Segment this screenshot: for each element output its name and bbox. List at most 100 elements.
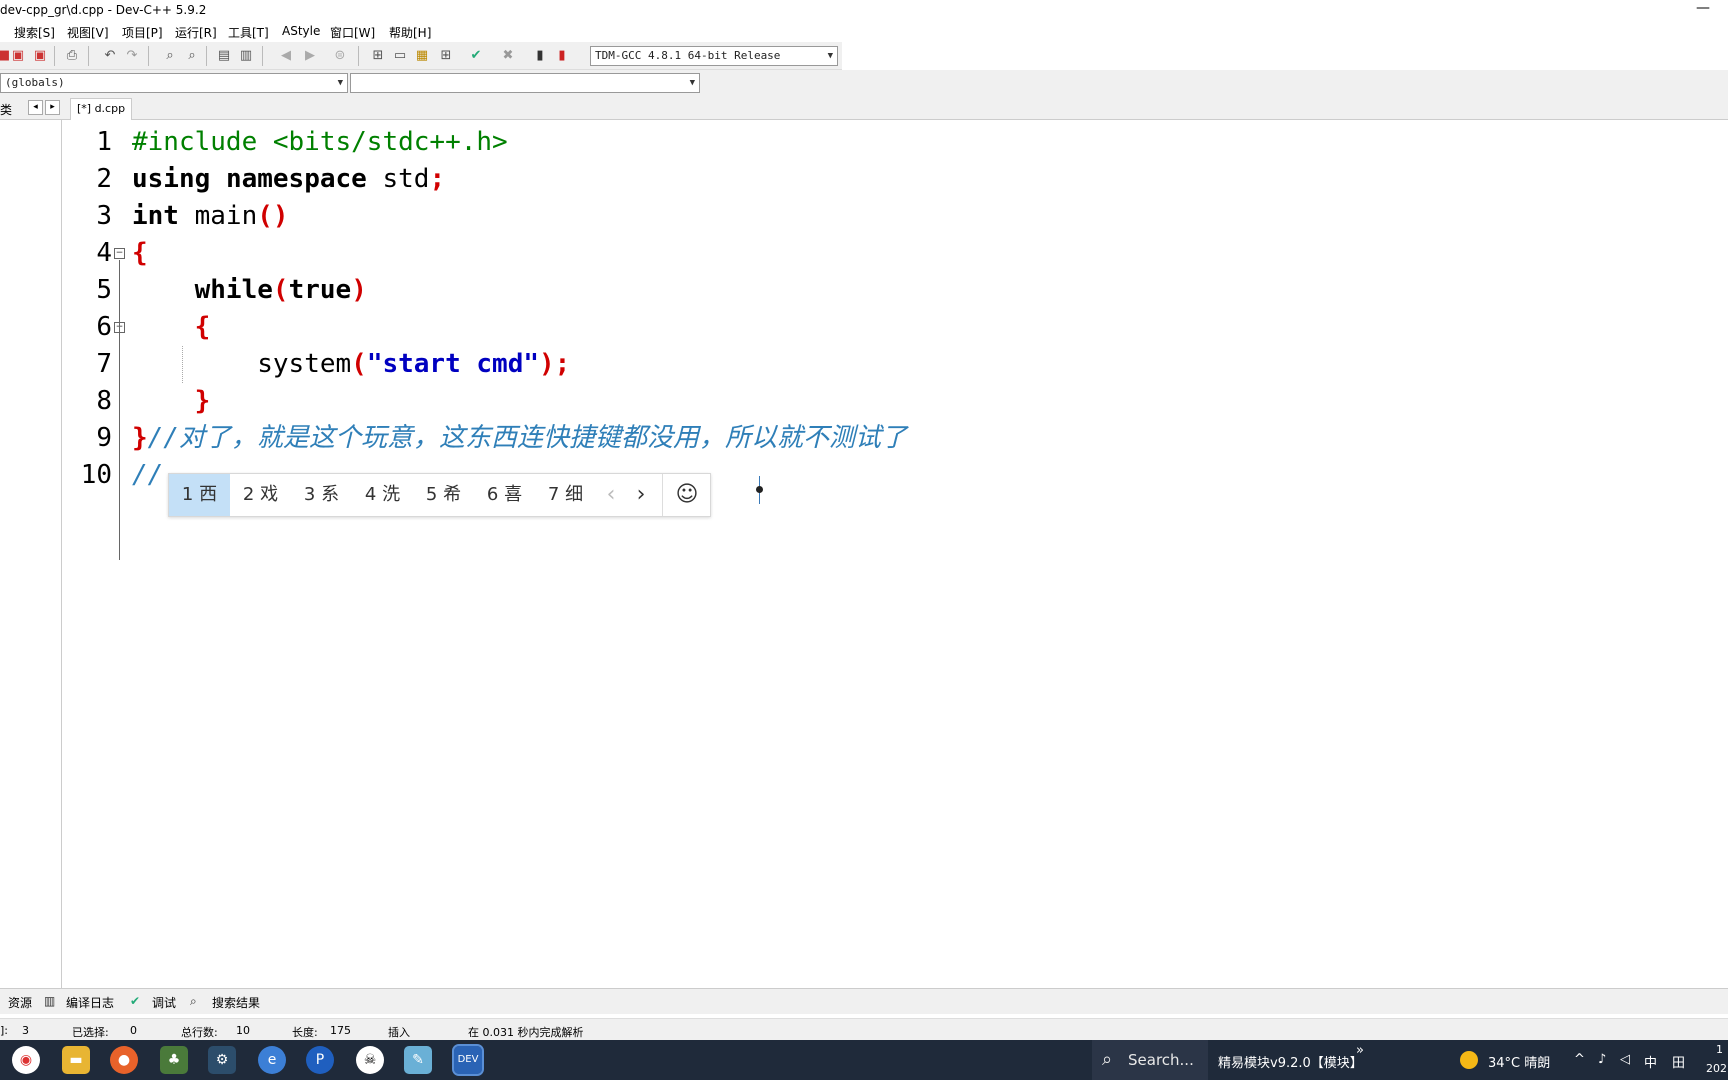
goto-line-icon[interactable]: ⊜ xyxy=(330,46,350,66)
layout-icon[interactable]: ⊞ xyxy=(436,46,456,66)
taskbar-app-title[interactable]: 精易模块v9.2.0【模块】 xyxy=(1218,1052,1363,1071)
menu-run[interactable]: 运行[R] xyxy=(175,24,217,41)
unindent-icon[interactable]: ▥ xyxy=(236,46,256,66)
menu-help[interactable]: 帮助[H] xyxy=(389,24,431,41)
chevron-down-icon: ▼ xyxy=(337,78,343,88)
find-icon[interactable]: ⌕ xyxy=(160,46,180,66)
search-icon: ⌕ xyxy=(190,994,197,1008)
tab-debug[interactable]: 调试 xyxy=(152,994,176,1011)
function-select[interactable]: ▼ xyxy=(350,73,700,93)
menu-astyle[interactable]: AStyle xyxy=(282,24,320,38)
compiler-select[interactable]: TDM-GCC 4.8.1 64-bit Release ▼ xyxy=(590,46,838,66)
taskbar-search[interactable]: ⌕ Search... xyxy=(1092,1040,1208,1080)
close-file-icon[interactable]: ▣ xyxy=(8,46,28,66)
menu-tools[interactable]: 工具[T] xyxy=(228,24,269,41)
ime-candidate[interactable]: 2 戏 xyxy=(230,474,291,516)
semicolon: ; xyxy=(429,164,446,194)
replace-icon[interactable]: ⌕ xyxy=(182,46,202,66)
keyword: namespace xyxy=(225,164,367,194)
ime-candidate[interactable]: 7 细 xyxy=(535,474,596,516)
menu-project[interactable]: 项目[P] xyxy=(122,24,163,41)
taskbar-more[interactable]: » xyxy=(1356,1043,1364,1058)
ime-prev-icon[interactable]: ‹ xyxy=(596,474,626,516)
clock-date[interactable]: 202 xyxy=(1706,1062,1727,1075)
taskbar: ◉ ▬ ● ♣ ⚙ e P ☠ ✎ DEV ⌕ Search... 精易模块v9… xyxy=(0,1040,1728,1080)
ime-candidate[interactable]: 3 系 xyxy=(291,474,352,516)
menu-view[interactable]: 视图[V] xyxy=(67,24,109,41)
chevron-up-icon[interactable]: ^ xyxy=(1574,1052,1585,1067)
print-icon[interactable]: ⎙ xyxy=(62,46,82,66)
ime-lang[interactable]: 中 xyxy=(1644,1052,1657,1071)
include-directive: #include <bits/stdc++.h> xyxy=(132,127,508,157)
bookmark-prev-icon[interactable]: ◀ xyxy=(276,46,296,66)
tab-resources[interactable]: 资源 xyxy=(8,994,32,1011)
window-icon[interactable]: ▭ xyxy=(390,46,410,66)
devcpp-icon[interactable]: DEV xyxy=(452,1044,484,1076)
minimize-button[interactable]: — xyxy=(1696,0,1710,20)
chart-icon[interactable]: ▮ xyxy=(530,46,550,66)
tab-row: 类 ◂ ▸ [*] d.cpp xyxy=(0,96,1728,120)
search-placeholder: Search... xyxy=(1128,1051,1194,1069)
close-all-icon[interactable]: ▣ xyxy=(30,46,50,66)
keyword: using xyxy=(132,164,211,194)
fold-minus-icon[interactable]: − xyxy=(114,248,125,259)
check-icon: ✔ xyxy=(130,994,141,1008)
edge-icon[interactable]: e xyxy=(258,1046,286,1074)
keyword: while xyxy=(194,275,273,305)
new-project-icon[interactable]: ⊞ xyxy=(368,46,388,66)
undo-icon[interactable]: ↶ xyxy=(100,46,120,66)
scope-select[interactable]: (globals) ▼ xyxy=(0,73,348,93)
close-icon[interactable]: ✖ xyxy=(498,46,518,66)
check-syntax-icon[interactable]: ✔ xyxy=(466,46,486,66)
redo-icon[interactable]: ↷ xyxy=(122,46,142,66)
tab-compile-log[interactable]: 编译日志 xyxy=(66,994,114,1011)
line-number: 3 xyxy=(96,201,112,231)
class-panel-tab[interactable]: 类 xyxy=(0,101,12,118)
ime-candidate[interactable]: 4 洗 xyxy=(352,474,413,516)
status-bar: ]: 3 已选择: 0 总行数: 10 长度: 175 插入 在 0.031 秒… xyxy=(0,1018,1728,1040)
app-icon[interactable]: ♣ xyxy=(160,1046,188,1074)
compiler-label: TDM-GCC 4.8.1 64-bit Release xyxy=(595,49,781,62)
line-number: 5 xyxy=(96,275,112,305)
scroll-left-icon[interactable]: ◂ xyxy=(28,100,43,115)
speaker-icon[interactable]: ◁ xyxy=(1620,1052,1630,1067)
indent-icon[interactable]: ▤ xyxy=(214,46,234,66)
tab-search-results[interactable]: 搜索结果 xyxy=(212,994,260,1011)
settings-icon[interactable]: ⚙ xyxy=(208,1046,236,1074)
cursor-dot xyxy=(756,486,763,493)
p-app-icon[interactable]: P xyxy=(306,1046,334,1074)
menu-window[interactable]: 窗口[W] xyxy=(330,24,375,41)
brace: { xyxy=(194,312,211,342)
chrome-icon[interactable]: ◉ xyxy=(12,1046,40,1074)
class-browser-icon[interactable]: ▦ xyxy=(412,46,432,66)
length-value: 175 xyxy=(330,1024,351,1037)
microphone-icon[interactable]: ♪ xyxy=(1598,1052,1606,1067)
comment: // xyxy=(132,460,164,490)
profile-icon[interactable]: ▮ xyxy=(552,46,572,66)
firefox-icon[interactable]: ● xyxy=(110,1046,138,1074)
paren: ( xyxy=(272,275,289,305)
scope-label: (globals) xyxy=(5,76,65,89)
bottom-panel-tabs: 资源 ▥ 编译日志 ✔ 调试 ⌕ 搜索结果 xyxy=(0,988,1728,1014)
tab-d-cpp[interactable]: [*] d.cpp xyxy=(70,98,133,120)
file-explorer-icon[interactable]: ▬ xyxy=(62,1046,90,1074)
ime-grid-icon[interactable]: 田 xyxy=(1672,1052,1685,1071)
clock-time[interactable]: 1 xyxy=(1716,1043,1723,1056)
ime-next-icon[interactable]: › xyxy=(626,474,656,516)
skull-icon[interactable]: ☠ xyxy=(356,1046,384,1074)
emoji-icon[interactable]: ☺ xyxy=(664,474,710,516)
weather-text[interactable]: 34°C 晴朗 xyxy=(1488,1052,1550,1071)
code-editor[interactable]: #include <bits/stdc++.h> using namespace… xyxy=(132,124,1728,988)
ime-candidate[interactable]: 1 西 xyxy=(169,474,230,516)
bookmark-next-icon[interactable]: ▶ xyxy=(300,46,320,66)
toolbar-separator xyxy=(358,46,359,66)
ime-candidate[interactable]: 6 喜 xyxy=(474,474,535,516)
scroll-right-icon[interactable]: ▸ xyxy=(45,100,60,115)
ime-candidate[interactable]: 5 希 xyxy=(413,474,474,516)
indent-guide xyxy=(182,346,183,383)
notepad-icon[interactable]: ✎ xyxy=(404,1046,432,1074)
total-lines-value: 10 xyxy=(236,1024,250,1037)
toolbar-separator xyxy=(88,46,89,66)
row-value: 3 xyxy=(22,1024,29,1037)
menu-search[interactable]: 搜索[S] xyxy=(14,24,55,41)
